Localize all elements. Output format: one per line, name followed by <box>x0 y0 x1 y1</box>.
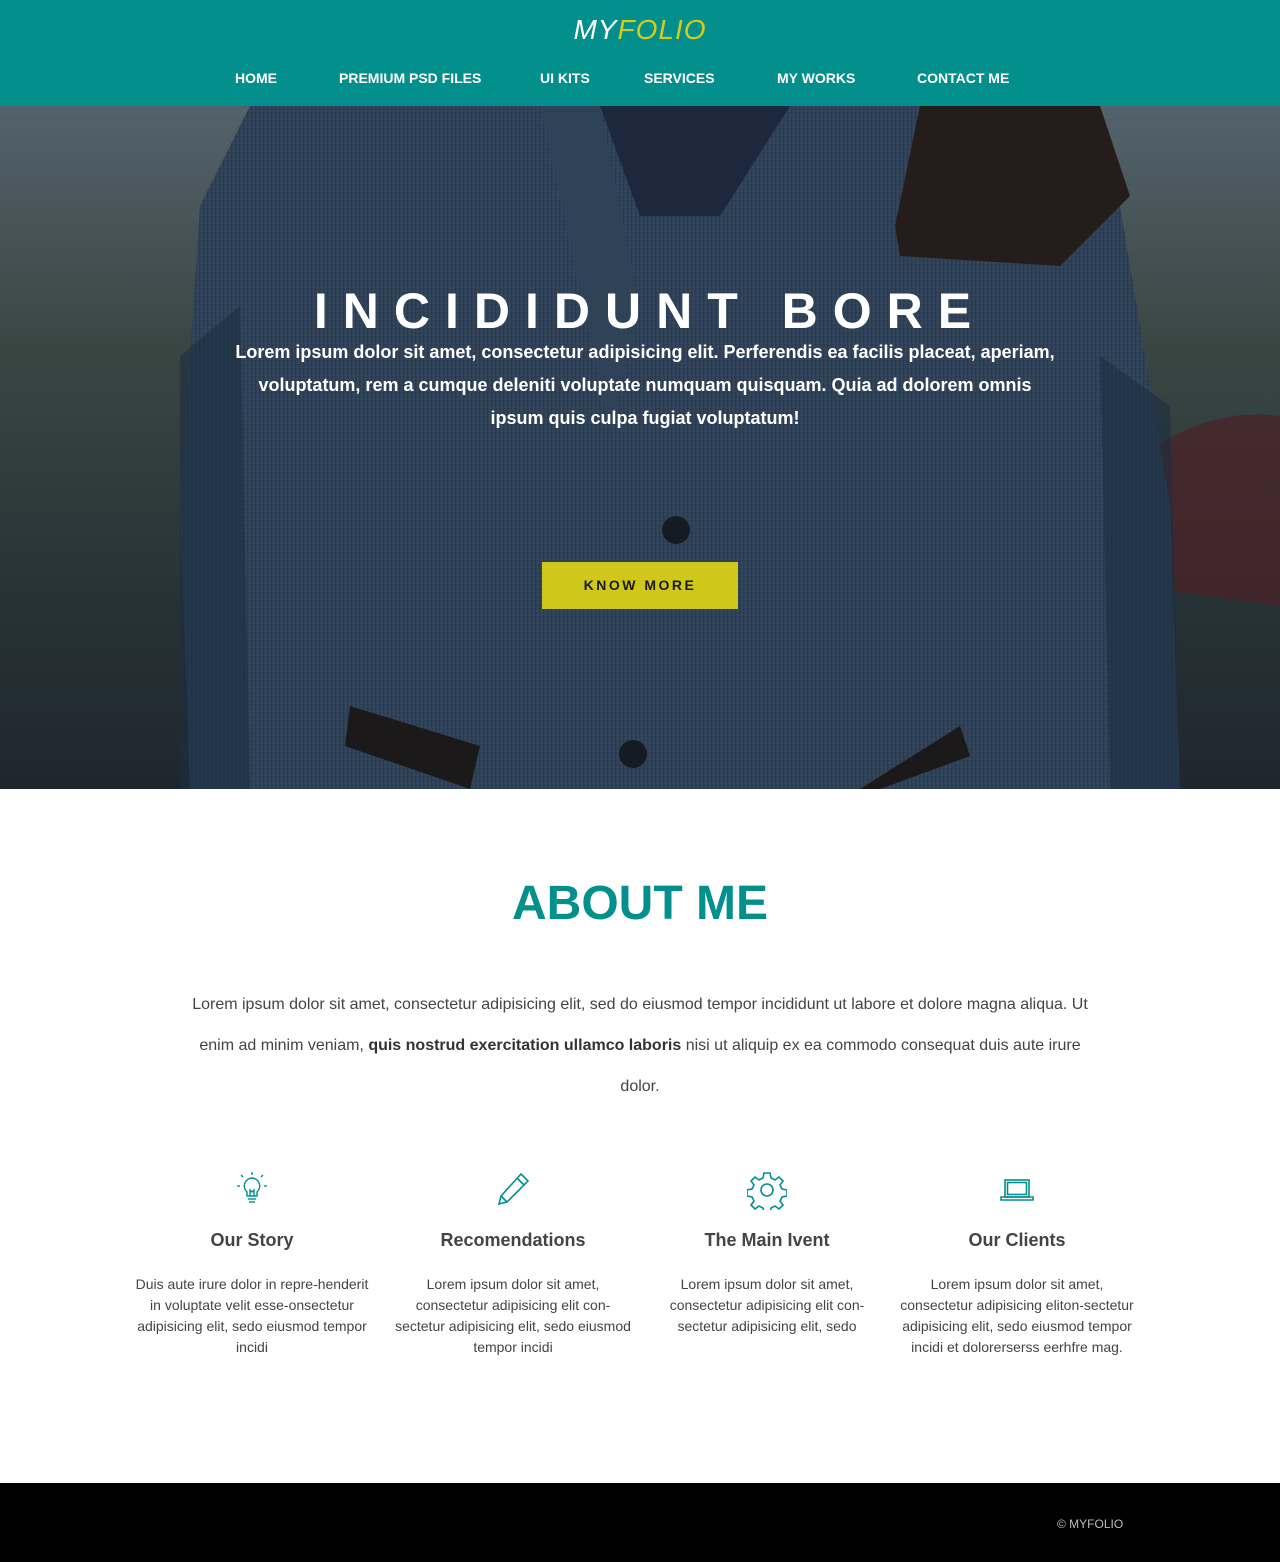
feature-our-story: Our Story Duis aute irure dolor in repre… <box>132 1170 372 1358</box>
laptop-icon <box>1000 1179 1034 1201</box>
feature-title: Our Clients <box>968 1230 1066 1250</box>
feature-title: The Main Ivent <box>704 1230 830 1250</box>
feature-title: Our Story <box>210 1230 294 1250</box>
nav-ui-kits[interactable]: UI KITS <box>540 70 590 86</box>
nav-contact-me[interactable]: CONTACT ME <box>917 70 1009 86</box>
hero-description: Lorem ipsum dolor sit amet, consectetur … <box>235 342 1055 428</box>
feature-recomendations: Recomendations Lorem ipsum dolor sit ame… <box>393 1170 633 1358</box>
about-paragraph: Lorem ipsum dolor sit amet, consectetur … <box>180 984 1100 1107</box>
hero-overlay <box>0 106 1280 789</box>
main-nav: HOME PREMIUM PSD FILES UI KITS SERVICES … <box>0 70 1280 90</box>
feature-the-main-ivent: The Main Ivent Lorem ipsum dolor sit ame… <box>647 1170 887 1337</box>
site-header: MYFOLIO HOME PREMIUM PSD FILES UI KITS S… <box>0 0 1280 106</box>
feature-text: Lorem ipsum dolor sit amet, consectetur … <box>900 1276 1134 1355</box>
nav-services[interactable]: SERVICES <box>644 70 715 86</box>
gear-icon <box>747 1172 787 1210</box>
about-text-bold: quis nostrud exercitation ullamco labori… <box>368 1037 682 1054</box>
about-text-part-2: nisi ut aliquip ex ea commodo consequat … <box>620 1037 1081 1095</box>
logo-folio: FOLIO <box>617 14 707 45</box>
site-logo[interactable]: MYFOLIO <box>0 14 1280 46</box>
hero-section: INCIDIDUNT BORE Lorem ipsum dolor sit am… <box>0 106 1280 789</box>
feature-our-clients: Our Clients Lorem ipsum dolor sit amet, … <box>897 1170 1137 1358</box>
site-footer: © MYFOLIO <box>0 1483 1280 1562</box>
nav-premium-psd-files[interactable]: PREMIUM PSD FILES <box>339 70 481 86</box>
lightbulb-icon <box>237 1172 267 1203</box>
logo-my: MY <box>573 14 618 45</box>
nav-my-works[interactable]: MY WORKS <box>777 70 855 86</box>
nav-home[interactable]: HOME <box>235 70 277 86</box>
about-title: ABOUT ME <box>512 877 768 930</box>
pencil-icon <box>497 1172 530 1206</box>
hero-title: INCIDIDUNT BORE <box>313 283 987 339</box>
feature-title: Recomendations <box>440 1230 586 1250</box>
copyright-text: © MYFOLIO <box>1057 1517 1124 1531</box>
feature-text: Lorem ipsum dolor sit amet, consectetur … <box>395 1276 631 1355</box>
know-more-button[interactable]: KNOW MORE <box>542 562 738 609</box>
feature-text: Duis aute irure dolor in repre-henderit … <box>135 1276 369 1355</box>
feature-text: Lorem ipsum dolor sit amet, consectetur … <box>669 1276 865 1334</box>
